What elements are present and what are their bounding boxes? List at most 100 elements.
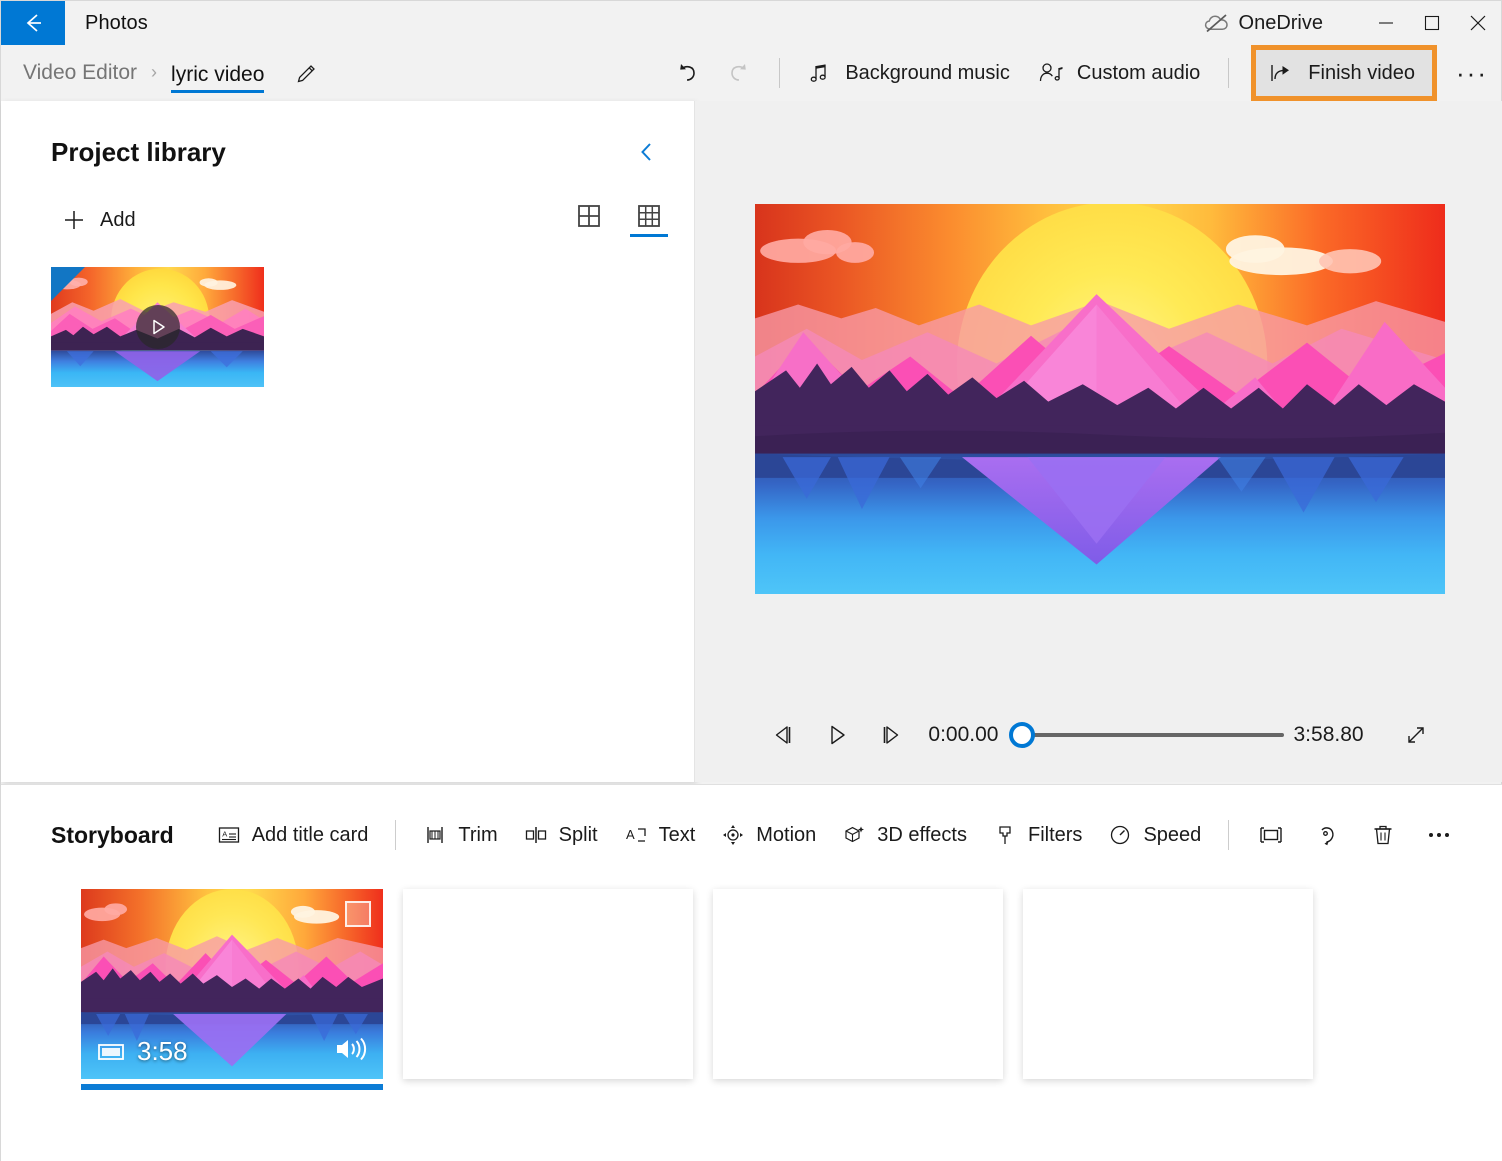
- split-icon: [525, 827, 546, 843]
- storyboard-empty-slot[interactable]: [713, 889, 1003, 1079]
- plus-icon: [65, 211, 83, 229]
- playback-scrubber[interactable]: [1008, 722, 1284, 748]
- scrubber-track: [1022, 733, 1284, 737]
- add-media-button[interactable]: Add: [53, 201, 144, 239]
- scrubber-thumb[interactable]: [1008, 722, 1035, 748]
- toolbar-divider: [779, 58, 781, 88]
- background-music-button[interactable]: Background music: [794, 52, 1024, 94]
- storyboard-clip[interactable]: 3:58: [81, 889, 383, 1090]
- preview-image: [755, 204, 1445, 594]
- command-bar: Video Editor › lyric video Background mu…: [1, 45, 1501, 101]
- close-button[interactable]: [1455, 1, 1501, 45]
- breadcrumb-current-wrap: lyric video: [171, 63, 265, 93]
- view-mode-active-underline: [630, 233, 668, 237]
- more-options-icon: [1429, 833, 1450, 837]
- clip-volume-button[interactable]: [333, 1034, 367, 1069]
- share-export-icon: [1271, 65, 1290, 81]
- more-options-button[interactable]: ···: [1443, 49, 1501, 97]
- grid-small-icon: [638, 204, 660, 227]
- minimize-button[interactable]: [1363, 1, 1409, 45]
- add-title-card-button[interactable]: A Add title card: [204, 813, 382, 857]
- background-music-label: Background music: [845, 61, 1010, 84]
- svg-text:A: A: [626, 827, 635, 842]
- previous-frame-icon: [776, 726, 791, 744]
- maximize-button[interactable]: [1409, 1, 1455, 45]
- trim-label: Trim: [458, 823, 498, 846]
- library-item-video[interactable]: [51, 267, 264, 387]
- aspect-ratio-icon: [1260, 827, 1282, 843]
- filters-button[interactable]: Filters: [980, 813, 1095, 857]
- volume-icon: [337, 1037, 367, 1061]
- text-button[interactable]: A Text: [611, 813, 709, 857]
- play-preview-button[interactable]: [135, 305, 180, 349]
- breadcrumb-separator: ›: [151, 62, 158, 82]
- aspect-ratio-button[interactable]: [1243, 812, 1299, 858]
- storyboard-divider-1: [395, 820, 397, 850]
- add-media-label: Add: [100, 208, 136, 231]
- storyboard-empty-slot[interactable]: [1023, 889, 1313, 1079]
- play-button[interactable]: [810, 711, 864, 759]
- expand-fullscreen-icon: [1407, 727, 1424, 743]
- playback-controls: 0:00.00 3:58.80: [695, 711, 1502, 759]
- view-mode-small-button[interactable]: [630, 204, 668, 237]
- undo-button[interactable]: [661, 51, 713, 95]
- back-button[interactable]: [1, 1, 65, 45]
- text-label: Text: [658, 823, 696, 846]
- project-library-panel: Project library Add: [1, 101, 695, 782]
- breadcrumb-video-editor[interactable]: Video Editor: [23, 61, 137, 93]
- fullscreen-button[interactable]: [1390, 711, 1442, 759]
- music-note-icon: [810, 64, 827, 82]
- motion-label: Motion: [756, 823, 817, 846]
- svg-text:A: A: [222, 830, 227, 839]
- maximize-icon: [1424, 15, 1440, 31]
- storyboard-empty-slot[interactable]: [403, 889, 693, 1079]
- clip-duration: 3:58: [137, 1036, 188, 1066]
- clip-selected-bar: [81, 1084, 383, 1090]
- next-frame-icon: [884, 726, 899, 744]
- title-bar: Photos OneDrive: [1, 1, 1501, 45]
- onedrive-status[interactable]: OneDrive: [1204, 12, 1363, 35]
- split-button[interactable]: Split: [511, 813, 611, 857]
- collapse-library-button[interactable]: [626, 131, 668, 173]
- trim-icon: [427, 827, 444, 843]
- library-grid: [1, 239, 694, 387]
- title-card-icon: A: [218, 827, 239, 843]
- delete-icon: [1374, 825, 1392, 845]
- finish-video-button[interactable]: Finish video: [1256, 50, 1432, 96]
- 3d-effects-button[interactable]: 3D effects: [829, 813, 980, 857]
- finish-video-label: Finish video: [1308, 61, 1415, 84]
- library-header: Project library: [1, 101, 694, 173]
- selected-corner-indicator: [51, 267, 85, 301]
- breadcrumb-active-underline: [171, 90, 265, 93]
- video-preview[interactable]: [755, 204, 1445, 594]
- speed-button[interactable]: Speed: [1095, 813, 1214, 857]
- split-label: Split: [558, 823, 598, 846]
- redo-button: [713, 51, 765, 95]
- view-mode-toggles: [570, 204, 668, 237]
- current-time: 0:00.00: [928, 723, 999, 746]
- clip-metadata: 3:58: [81, 1034, 383, 1079]
- breadcrumb-project-name[interactable]: lyric video: [171, 63, 264, 86]
- finish-video-highlight: Finish video: [1251, 45, 1437, 101]
- command-bar-actions: Background music Custom audio Finish vid…: [661, 45, 1501, 101]
- custom-audio-button[interactable]: Custom audio: [1024, 52, 1214, 94]
- toolbar-divider-2: [1228, 58, 1230, 88]
- delete-button[interactable]: [1355, 812, 1411, 858]
- filters-label: Filters: [1027, 823, 1083, 846]
- add-title-card-label: Add title card: [251, 823, 369, 846]
- rotate-button[interactable]: [1299, 812, 1355, 858]
- rename-project-button[interactable]: [286, 53, 326, 93]
- trim-button[interactable]: Trim: [410, 813, 510, 857]
- storyboard-more-options-button[interactable]: [1411, 812, 1467, 858]
- clip-select-checkbox[interactable]: [345, 901, 371, 927]
- next-frame-button[interactable]: [864, 711, 918, 759]
- filters-icon: [999, 826, 1011, 844]
- rotate-icon: [1321, 827, 1334, 846]
- storyboard-track: 3:58: [1, 867, 1502, 1090]
- previous-frame-button[interactable]: [756, 711, 810, 759]
- 3d-effects-label: 3D effects: [877, 823, 967, 846]
- storyboard-panel: Storyboard A Add title card Trim Split A…: [1, 784, 1502, 1161]
- view-mode-large-button[interactable]: [570, 204, 608, 237]
- photos-video-editor-window: Photos OneDrive Video Editor › lyric vid…: [0, 0, 1502, 1161]
- motion-button[interactable]: Motion: [708, 813, 829, 857]
